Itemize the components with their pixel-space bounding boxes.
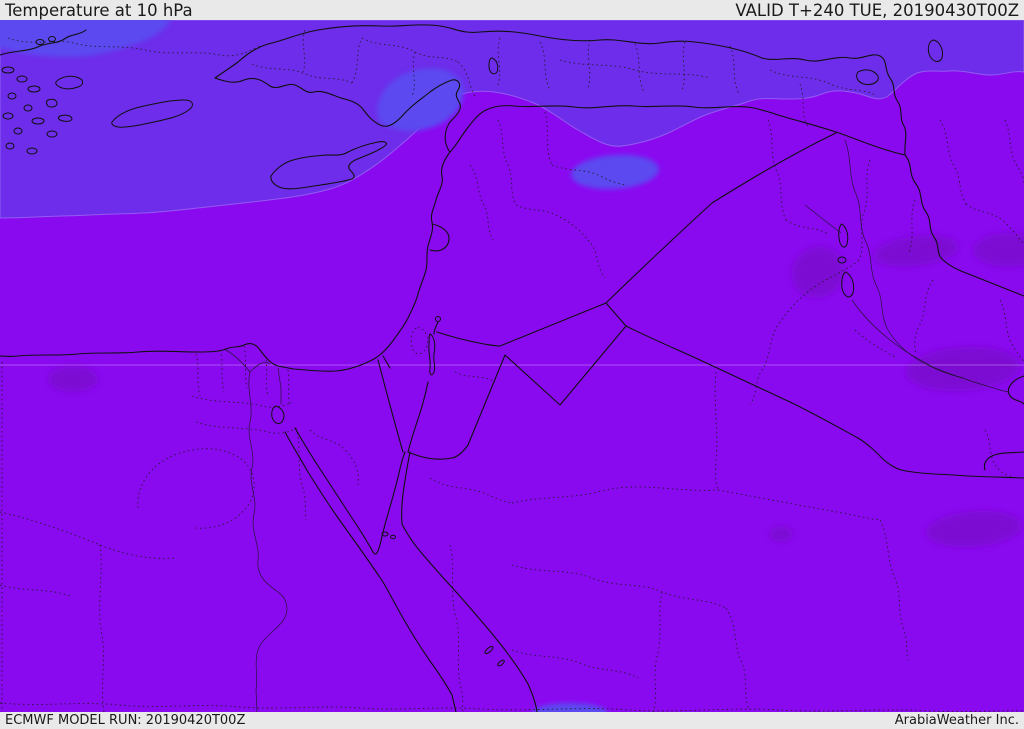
model-run-label: ECMWF MODEL RUN: 20190420T00Z <box>5 713 246 728</box>
map-area <box>0 20 1024 712</box>
footer-bar: ECMWF MODEL RUN: 20190420T00Z ArabiaWeat… <box>0 712 1024 729</box>
weather-map-app: Temperature at 10 hPa VALID T+240 TUE, 2… <box>0 0 1024 729</box>
credit-label: ArabiaWeather Inc. <box>894 713 1019 728</box>
map-title: Temperature at 10 hPa <box>5 1 193 20</box>
header-bar: Temperature at 10 hPa VALID T+240 TUE, 2… <box>0 0 1024 20</box>
valid-time-label: VALID T+240 TUE, 20190430T00Z <box>735 1 1019 20</box>
temperature-map-svg <box>0 20 1024 712</box>
